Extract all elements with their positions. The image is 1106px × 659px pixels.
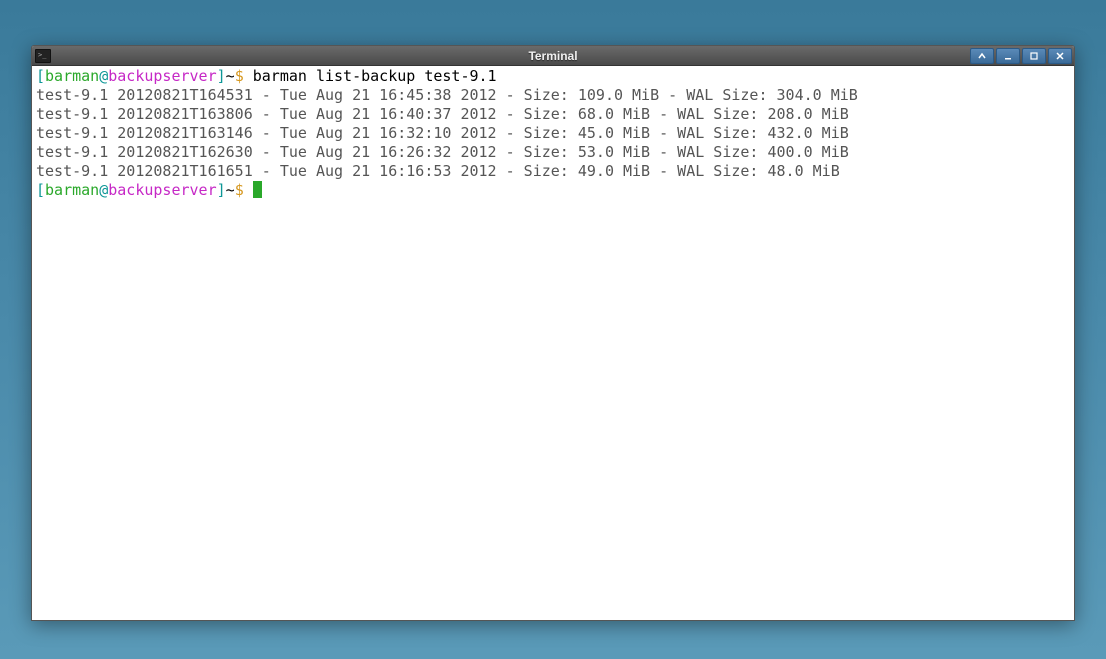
- output-line: test-9.1 20120821T161651 - Tue Aug 21 16…: [36, 162, 840, 180]
- prompt-line-1: [barman@backupserver]~$ barman list-back…: [36, 67, 497, 85]
- titlebar[interactable]: Terminal: [32, 46, 1074, 66]
- terminal-window: Terminal [barman@backupserver]~$ barman …: [31, 45, 1075, 621]
- output-line: test-9.1 20120821T162630 - Tue Aug 21 16…: [36, 143, 849, 161]
- prompt-path: ~: [226, 181, 235, 199]
- prompt-at: @: [99, 181, 108, 199]
- prompt-bracket-open: [: [36, 67, 45, 85]
- prompt-user: barman: [45, 67, 99, 85]
- output-line: test-9.1 20120821T164531 - Tue Aug 21 16…: [36, 86, 858, 104]
- prompt-path: ~: [226, 67, 235, 85]
- output-line: test-9.1 20120821T163146 - Tue Aug 21 16…: [36, 124, 849, 142]
- prompt-host: backupserver: [108, 67, 216, 85]
- prompt-user: barman: [45, 181, 99, 199]
- window-controls: [970, 48, 1072, 64]
- close-button[interactable]: [1048, 48, 1072, 64]
- terminal-body[interactable]: [barman@backupserver]~$ barman list-back…: [32, 66, 1074, 620]
- command-text: barman list-backup test-9.1: [253, 67, 497, 85]
- cursor: [253, 181, 262, 198]
- prompt-bracket-open: [: [36, 181, 45, 199]
- maximize-button[interactable]: [1022, 48, 1046, 64]
- prompt-bracket-close: ]: [217, 181, 226, 199]
- prompt-line-2: [barman@backupserver]~$: [36, 181, 262, 199]
- prompt-at: @: [99, 67, 108, 85]
- prompt-host: backupserver: [108, 181, 216, 199]
- prompt-bracket-close: ]: [217, 67, 226, 85]
- output-line: test-9.1 20120821T163806 - Tue Aug 21 16…: [36, 105, 849, 123]
- terminal-icon: [35, 49, 51, 63]
- shade-button[interactable]: [970, 48, 994, 64]
- prompt-symbol: $: [235, 181, 244, 199]
- window-title: Terminal: [528, 49, 577, 63]
- minimize-button[interactable]: [996, 48, 1020, 64]
- prompt-symbol: $: [235, 67, 244, 85]
